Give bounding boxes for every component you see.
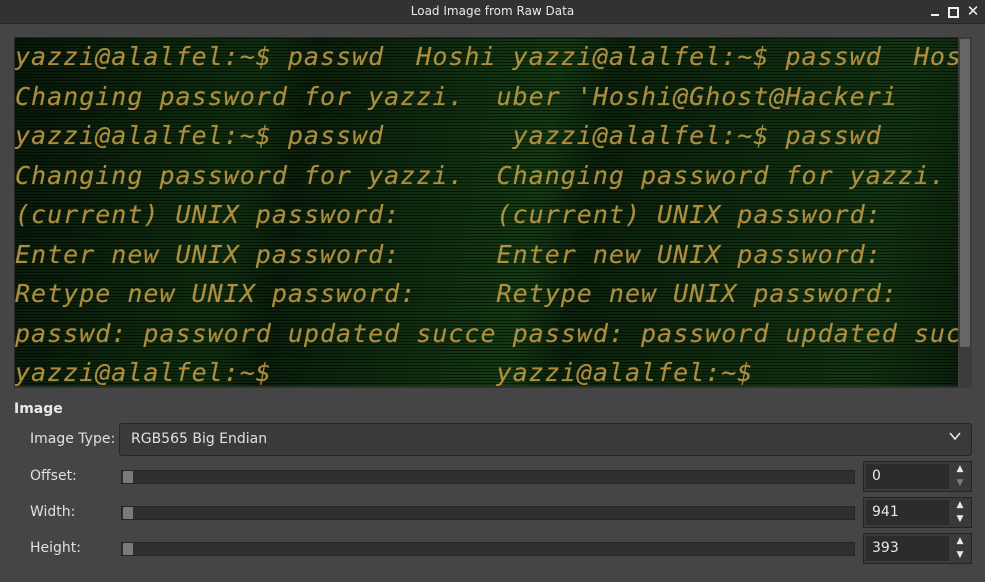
offset-spinbox[interactable]: 0 ▲ ▼ — [863, 461, 972, 492]
preview-vertical-scrollbar[interactable] — [958, 37, 972, 388]
maximize-icon — [948, 7, 959, 18]
offset-slider[interactable] — [121, 470, 855, 484]
preview-line: yazzi@alalfel:~$ passwd Hoshi yazzi@alal… — [15, 42, 960, 71]
width-label: Width: — [30, 504, 76, 520]
offset-increment-button[interactable]: ▲ — [949, 462, 971, 476]
scrollbar-thumb[interactable] — [960, 39, 970, 347]
preview-line: Changing password for yazzi. uber 'Hoshi… — [15, 81, 898, 111]
height-decrement-button[interactable]: ▼ — [949, 548, 971, 562]
title-bar: Load Image from Raw Data ✕ — [0, 0, 985, 24]
preview-line: passwd: password updated succe passwd: p… — [15, 318, 960, 348]
preview-line: Retype new UNIX password: Retype new UNI… — [15, 279, 960, 308]
width-decrement-button[interactable]: ▼ — [949, 512, 971, 526]
minimize-button[interactable] — [926, 2, 944, 20]
image-type-select[interactable]: RGB565 Big Endian — [119, 423, 972, 456]
offset-label: Offset: — [30, 468, 77, 484]
width-slider[interactable] — [121, 506, 855, 520]
height-label: Height: — [30, 540, 81, 556]
minimize-icon — [931, 14, 939, 16]
preview-line: (current) UNIX password: (current) UNIX … — [15, 200, 960, 229]
window-title: Load Image from Raw Data — [410, 4, 575, 18]
chevron-down-icon — [949, 432, 961, 441]
preview-line: yazzi@alalfel:~$ yazzi@alalfel:~$ yaz — [15, 358, 960, 387]
image-preview: yazzi@alalfel:~$ passwd Hoshi yazzi@alal… — [14, 37, 960, 388]
image-type-value: RGB565 Big Endian — [131, 431, 268, 447]
height-slider-handle[interactable] — [123, 543, 133, 555]
width-increment-button[interactable]: ▲ — [949, 498, 971, 512]
height-input[interactable]: 393 — [866, 536, 949, 561]
preview-line: Enter new UNIX password: Enter new UNIX … — [15, 239, 960, 269]
preview-line: yazzi@alalfel:~$ passwd yazzi@alalfel:~$… — [15, 121, 960, 150]
preview-bottom-edge — [14, 386, 958, 388]
image-section-heading: Image — [14, 401, 63, 417]
offset-slider-handle[interactable] — [123, 471, 133, 483]
maximize-button[interactable] — [944, 2, 962, 20]
image-type-label: Image Type: — [30, 431, 116, 447]
height-slider[interactable] — [121, 542, 855, 556]
close-icon: ✕ — [966, 2, 980, 20]
width-slider-handle[interactable] — [123, 507, 133, 519]
offset-decrement-button[interactable]: ▼ — [949, 476, 971, 490]
width-spinbox[interactable]: 941 ▲ ▼ — [863, 497, 972, 528]
height-spinbox[interactable]: 393 ▲ ▼ — [863, 533, 972, 564]
height-increment-button[interactable]: ▲ — [949, 534, 971, 548]
width-input[interactable]: 941 — [866, 500, 949, 525]
close-button[interactable]: ✕ — [964, 2, 982, 20]
preview-line: Changing password for yazzi. Changing pa… — [15, 160, 960, 190]
offset-input[interactable]: 0 — [866, 464, 949, 489]
